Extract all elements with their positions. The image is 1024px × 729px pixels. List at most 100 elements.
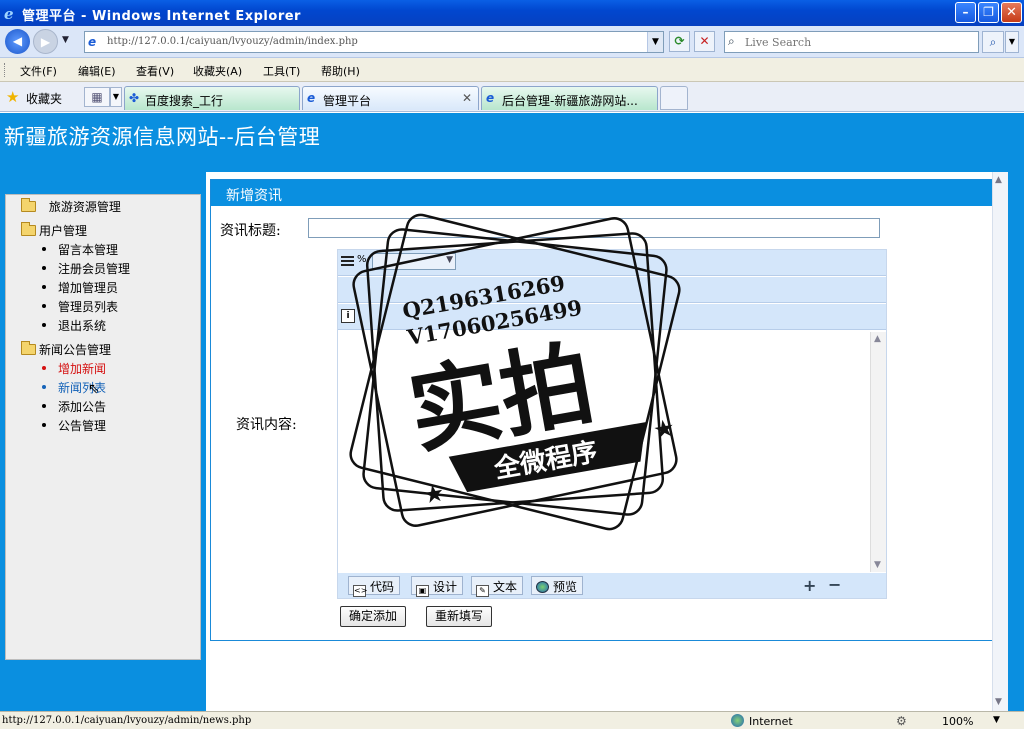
- tab-backend-xinjiang[interactable]: e 后台管理-新疆旅游网站...: [481, 86, 658, 110]
- zoom-level[interactable]: 100%: [942, 715, 973, 728]
- menu-favorites[interactable]: 收藏夹(A): [193, 63, 242, 79]
- back-button[interactable]: ◀: [5, 29, 30, 54]
- menu-file[interactable]: 文件(F): [20, 63, 57, 79]
- sidebar-item-label: 注册会员管理: [58, 262, 131, 276]
- mode-label: 代码: [370, 580, 395, 594]
- menu-bar: 文件(F) 编辑(E) 查看(V) 收藏夹(A) 工具(T) 帮助(H): [0, 58, 1024, 82]
- sidebar-group-news[interactable]: 新闻公告管理: [21, 341, 111, 358]
- sidebar-item-add-news[interactable]: 增加新闻: [42, 360, 106, 377]
- submit-add-button[interactable]: 确定添加: [340, 606, 407, 627]
- sidebar-tree: 旅游资源管理 用户管理 留言本管理 注册会员管理 增加管理员 管理员列表 退出系…: [5, 194, 201, 660]
- panel-title: 新增资讯: [226, 188, 282, 204]
- folder-icon: [21, 341, 36, 355]
- shrink-editor-icon[interactable]: −: [828, 575, 841, 594]
- sidebar-root[interactable]: 旅游资源管理: [21, 198, 121, 215]
- address-dropdown-icon[interactable]: ▼: [647, 32, 663, 52]
- status-url: http://127.0.0.1/caiyuan/lvyouzy/admin/n…: [2, 715, 252, 726]
- mode-text-button[interactable]: ✎ 文本: [471, 576, 524, 597]
- scroll-up-icon[interactable]: ▲: [995, 175, 1002, 185]
- scroll-down-icon[interactable]: ▼: [995, 697, 1002, 707]
- menu-help[interactable]: 帮助(H): [321, 63, 360, 79]
- tab-label: 管理平台: [323, 94, 372, 108]
- mode-label: 预览: [553, 580, 578, 594]
- baidu-paw-icon: ✤: [129, 91, 140, 105]
- refresh-button[interactable]: ⟳: [669, 31, 690, 52]
- address-toolbar: ◀ ▶ ▼ e http://127.0.0.1/caiyuan/lvyouzy…: [0, 26, 1024, 58]
- sidebar-item-label: 增加管理员: [58, 281, 119, 295]
- sidebar-item-members[interactable]: 注册会员管理: [42, 260, 130, 277]
- mode-design-button[interactable]: ▣ 设计: [411, 576, 464, 597]
- search-options-dropdown[interactable]: ▼: [1005, 31, 1019, 53]
- sidebar-item-add-notice[interactable]: 添加公告: [42, 398, 106, 415]
- address-url[interactable]: http://127.0.0.1/caiyuan/lvyouzy/admin/i…: [107, 36, 358, 47]
- sidebar-item-label: 管理员列表: [58, 300, 119, 314]
- history-dropdown-icon[interactable]: ▼: [62, 35, 69, 45]
- quick-tabs-button[interactable]: ▦: [84, 87, 110, 107]
- ie-logo-icon: e: [4, 5, 14, 23]
- scroll-down-icon[interactable]: ▼: [874, 560, 881, 570]
- sidebar-item-label: 公告管理: [58, 419, 107, 433]
- search-icon: ⌕: [728, 34, 735, 48]
- expand-editor-icon[interactable]: +: [803, 576, 816, 595]
- protected-mode-gear-icon[interactable]: ⚙: [896, 714, 907, 728]
- favorites-star-icon[interactable]: ★: [6, 88, 19, 106]
- sidebar-root-label: 旅游资源管理: [48, 200, 121, 214]
- minimize-button[interactable]: –: [955, 2, 976, 23]
- address-field[interactable]: e http://127.0.0.1/caiyuan/lvyouzy/admin…: [84, 31, 664, 53]
- sidebar-item-label: 留言本管理: [58, 243, 119, 257]
- sidebar-item-admin-list[interactable]: 管理员列表: [42, 298, 118, 315]
- preview-globe-icon: [536, 581, 549, 593]
- site-title: 新疆旅游资源信息网站--后台管理: [4, 125, 321, 149]
- stop-button[interactable]: ✕: [694, 31, 715, 52]
- menu-edit[interactable]: 编辑(E): [78, 63, 116, 79]
- menu-view[interactable]: 查看(V): [136, 63, 174, 79]
- sidebar-item-logout[interactable]: 退出系统: [42, 317, 106, 334]
- editor-mode-bar: <> 代码 ▣ 设计 ✎ 文本 预览 + −: [338, 573, 886, 598]
- page-icon: e: [88, 35, 97, 49]
- sidebar-item-label: 添加公告: [58, 400, 107, 414]
- star-icon: ★: [651, 413, 677, 444]
- folder-icon: [21, 222, 36, 236]
- star-icon: ★: [421, 478, 447, 509]
- favorites-button[interactable]: 收藏夹: [26, 90, 62, 107]
- close-tab-icon[interactable]: ✕: [462, 91, 472, 105]
- sidebar-item-label: 退出系统: [58, 319, 107, 333]
- text-icon: ✎: [476, 585, 489, 597]
- window-title: 管理平台 - Windows Internet Explorer: [22, 9, 301, 24]
- mode-preview-button[interactable]: 预览: [531, 576, 584, 595]
- tab-admin-platform[interactable]: e 管理平台 ✕: [302, 86, 479, 110]
- internet-globe-icon: [731, 714, 744, 727]
- code-icon: <>: [353, 585, 368, 597]
- search-input[interactable]: [745, 34, 975, 50]
- panel-header: 新增资讯: [211, 180, 1000, 206]
- scroll-up-icon[interactable]: ▲: [874, 334, 881, 344]
- main-scrollbar[interactable]: ▲ ▼: [992, 172, 1008, 711]
- ie-page-icon: e: [486, 91, 495, 105]
- sidebar-item-label: 增加新闻: [58, 362, 107, 376]
- maximize-button[interactable]: ❐: [978, 2, 999, 23]
- mode-label: 文本: [493, 580, 518, 594]
- search-box[interactable]: ⌕: [724, 31, 979, 53]
- favorites-tab-bar: ★ 收藏夹 ▦ ▼ ✤ 百度搜索_工行 e 管理平台 ✕ e 后台管理-新疆旅游…: [0, 82, 1024, 112]
- tab-label: 后台管理-新疆旅游网站...: [502, 94, 638, 108]
- tab-baidu[interactable]: ✤ 百度搜索_工行: [124, 86, 300, 110]
- close-window-button[interactable]: ✕: [1001, 2, 1022, 23]
- title-label: 资讯标题:: [220, 223, 281, 239]
- sidebar-group-users[interactable]: 用户管理: [21, 222, 87, 239]
- window-titlebar: e 管理平台 - Windows Internet Explorer – ❐ ✕: [0, 0, 1024, 26]
- new-tab-button[interactable]: [660, 86, 688, 110]
- zoom-dropdown-icon[interactable]: ▼: [993, 715, 1000, 725]
- reset-form-button[interactable]: 重新填写: [426, 606, 493, 627]
- menu-tools[interactable]: 工具(T): [263, 63, 300, 79]
- sidebar-item-add-admin[interactable]: 增加管理员: [42, 279, 118, 296]
- sidebar-group-label: 用户管理: [39, 224, 88, 238]
- watermark-stamp: Q2196316269 V17060256499 实拍 全微程序 ★ ★: [349, 213, 681, 531]
- forward-button[interactable]: ▶: [33, 29, 58, 54]
- editor-scrollbar[interactable]: ▲ ▼: [870, 332, 886, 572]
- search-go-button[interactable]: ⌕: [982, 31, 1004, 53]
- mode-code-button[interactable]: <> 代码: [348, 576, 401, 597]
- sidebar-item-guestbook[interactable]: 留言本管理: [42, 241, 118, 258]
- tab-list-dropdown[interactable]: ▼: [110, 87, 122, 107]
- sidebar-item-notice-manage[interactable]: 公告管理: [42, 417, 106, 434]
- folder-open-icon: [21, 198, 36, 212]
